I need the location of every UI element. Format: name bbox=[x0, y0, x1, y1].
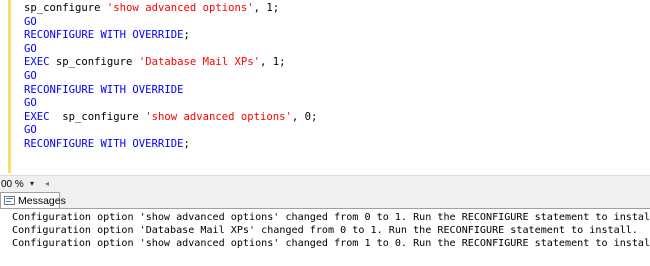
change-tracking-bar bbox=[8, 0, 11, 173]
code-line[interactable]: RECONFIGURE WITH OVERRIDE; bbox=[24, 29, 650, 43]
sql-keyword: RECONFIGURE WITH OVERRIDE bbox=[24, 83, 184, 96]
query-editor[interactable]: sp_configure 'show advanced options', 1;… bbox=[0, 0, 650, 173]
sql-text: , 0; bbox=[291, 110, 318, 123]
code-line[interactable]: GO bbox=[24, 97, 650, 111]
sql-keyword: GO bbox=[24, 42, 37, 55]
sql-string: 'show advanced options' bbox=[106, 2, 254, 14]
sql-text: , 1; bbox=[260, 56, 286, 69]
sql-keyword: GO bbox=[24, 97, 37, 110]
results-tab-strip: Messages bbox=[0, 192, 650, 209]
sql-text: sp_configure bbox=[24, 2, 107, 14]
sql-text: sp_configure bbox=[49, 56, 139, 69]
sql-keyword: RECONFIGURE WITH OVERRIDE bbox=[24, 29, 184, 42]
sql-keyword: RECONFIGURE WITH OVERRIDE bbox=[24, 137, 184, 150]
code-line[interactable]: EXEC sp_configure 'show advanced options… bbox=[24, 111, 650, 125]
code-line[interactable]: GO bbox=[24, 16, 650, 30]
message-line: Configuration option 'show advanced opti… bbox=[12, 212, 650, 223]
code-line[interactable]: GO bbox=[24, 70, 650, 84]
zoom-level[interactable]: 00 % bbox=[0, 178, 24, 191]
code-line[interactable]: GO bbox=[24, 124, 650, 138]
tab-messages-label: Messages bbox=[18, 195, 66, 207]
scroll-left-arrow-icon[interactable]: ◂ bbox=[45, 177, 49, 190]
messages-pane[interactable]: Configuration option 'show advanced opti… bbox=[0, 209, 650, 266]
messages-icon bbox=[4, 196, 15, 205]
sql-keyword: GO bbox=[24, 124, 37, 137]
tab-messages[interactable]: Messages bbox=[0, 192, 66, 208]
sql-keyword: EXEC bbox=[24, 110, 50, 123]
code-line[interactable]: GO bbox=[24, 43, 650, 57]
sql-keyword: EXEC bbox=[24, 56, 50, 69]
code-line[interactable]: EXEC sp_configure 'Database Mail XPs', 1… bbox=[24, 56, 650, 70]
code-line[interactable]: RECONFIGURE WITH OVERRIDE; bbox=[24, 138, 650, 152]
sql-text: ; bbox=[183, 29, 190, 42]
message-line: Configuration option 'Database Mail XPs'… bbox=[12, 225, 638, 236]
code-line[interactable]: RECONFIGURE WITH OVERRIDE bbox=[24, 84, 650, 98]
editor-gutter bbox=[0, 0, 8, 173]
code-area[interactable]: sp_configure 'show advanced options', 1;… bbox=[24, 2, 650, 152]
sql-text: , 1; bbox=[253, 2, 280, 14]
editor-status-strip: 00 % ▾ ◂ bbox=[0, 175, 650, 192]
sql-text: ; bbox=[183, 137, 190, 150]
sql-query-window: sp_configure 'show advanced options', 1;… bbox=[0, 0, 650, 266]
sql-string: 'Database Mail XPs' bbox=[138, 56, 260, 69]
message-line: Configuration option 'show advanced opti… bbox=[12, 238, 650, 249]
code-line[interactable]: sp_configure 'show advanced options', 1; bbox=[24, 2, 650, 16]
sql-text: sp_configure bbox=[49, 110, 146, 123]
sql-string: 'show advanced options' bbox=[145, 110, 292, 123]
chevron-down-icon[interactable]: ▾ bbox=[30, 177, 34, 190]
sql-keyword: GO bbox=[24, 15, 37, 28]
sql-keyword: GO bbox=[24, 69, 37, 82]
